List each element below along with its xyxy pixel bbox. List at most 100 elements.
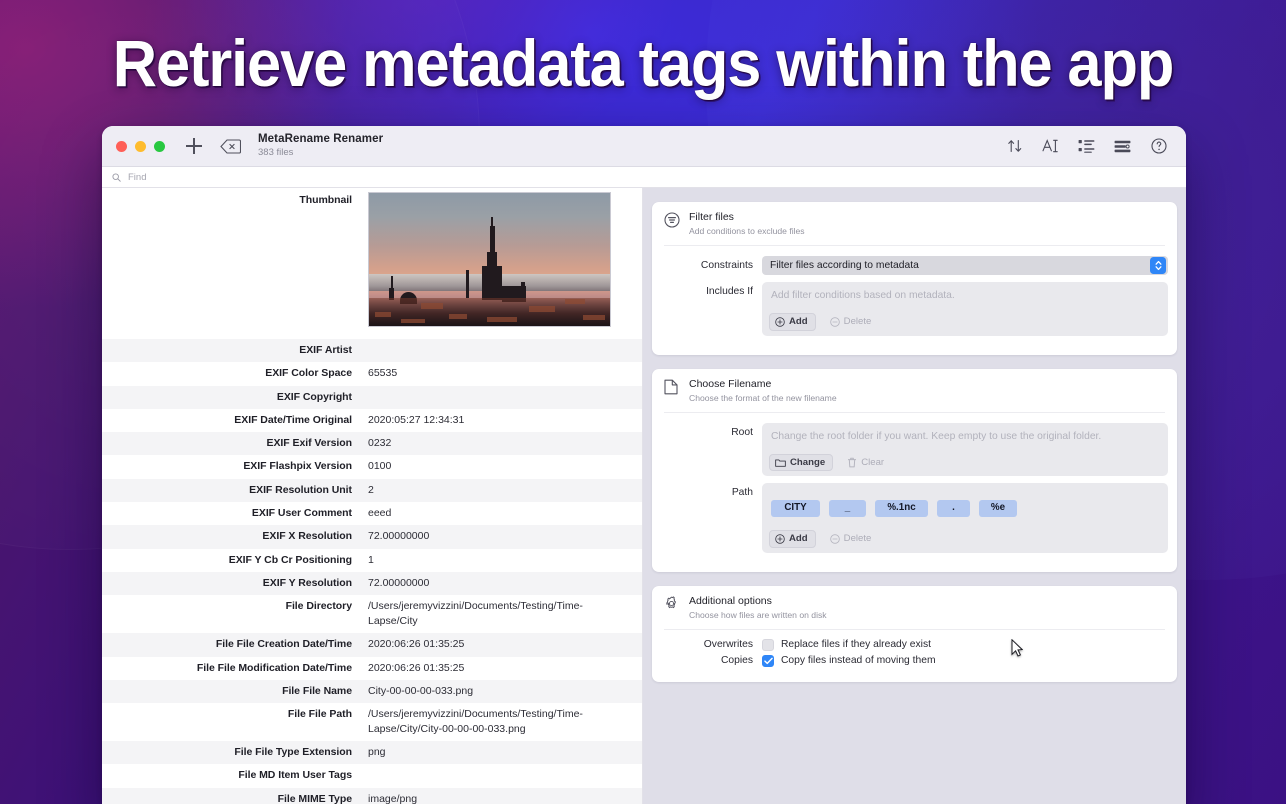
overwrites-checkbox[interactable] xyxy=(762,638,774,651)
clear-files-button[interactable] xyxy=(220,138,241,154)
root-change-button[interactable]: Change xyxy=(769,453,834,471)
gear-icon xyxy=(664,595,680,612)
metadata-key: EXIF User Comment xyxy=(251,507,352,520)
path-delete-button[interactable]: Delete xyxy=(827,530,880,548)
overwrites-text: Replace files if they already exist xyxy=(781,639,931,650)
includes-if-well[interactable]: Add filter conditions based on metadata.… xyxy=(762,282,1168,336)
search-icon xyxy=(112,172,121,182)
table-row[interactable]: File MIME Type image/png xyxy=(102,787,642,804)
metadata-key: File File Type Extension xyxy=(234,746,352,759)
app-title: MetaRename Renamer xyxy=(258,133,384,146)
zoom-button[interactable] xyxy=(154,140,165,152)
delete-backward-icon xyxy=(220,138,241,154)
minimize-button[interactable] xyxy=(135,140,146,152)
traffic-light-group xyxy=(116,140,165,152)
table-row[interactable]: File File Creation Date/Time 2020:06:26 0… xyxy=(102,633,642,657)
field-path: Path CITY _ %.1nc. %e Add Delete xyxy=(661,483,1168,553)
thumbnail-preview[interactable] xyxy=(368,192,611,327)
metadata-value: 0232 xyxy=(368,437,392,450)
path-well[interactable]: CITY _ %.1nc. %e Add Delete xyxy=(762,483,1168,553)
table-row[interactable]: EXIF User Comment eeed xyxy=(102,502,642,525)
includes-if-label: Includes If xyxy=(706,286,753,297)
table-row-thumbnail: Thumbnail xyxy=(102,188,642,339)
table-row[interactable]: EXIF Artist xyxy=(102,339,642,363)
card-additional-options: Additional options Choose how files are … xyxy=(652,585,1177,682)
card-filter-files-body: Constraints Filter files according to me… xyxy=(652,246,1177,355)
table-view-icon[interactable] xyxy=(1113,137,1132,156)
help-icon[interactable] xyxy=(1149,137,1168,156)
card-filter-files-header: Filter files Add conditions to exclude f… xyxy=(652,202,1177,245)
promo-poster: Retrieve metadata tags within the app Me… xyxy=(0,0,1286,804)
metadata-key: EXIF Copyright xyxy=(276,390,352,403)
constraints-select[interactable]: Filter files according to metadata xyxy=(762,256,1168,275)
metadata-value: png xyxy=(368,746,386,759)
filter-delete-button[interactable]: Delete xyxy=(827,313,880,331)
constraints-select-value: Filter files according to metadata xyxy=(770,260,919,271)
table-row[interactable]: EXIF X Resolution 72.00000000 xyxy=(102,525,642,549)
path-add-button[interactable]: Add xyxy=(769,530,816,548)
metadata-value: 72.00000000 xyxy=(368,530,430,543)
chevron-updown-icon[interactable] xyxy=(1150,257,1166,274)
table-row[interactable]: EXIF Copyright xyxy=(102,385,642,409)
thumbnail-label: Thumbnail xyxy=(299,194,352,206)
field-overwrites: Overwrites Replace files if they already… xyxy=(661,638,1168,651)
checkmark-icon xyxy=(763,657,773,664)
root-change-label: Change xyxy=(790,456,826,468)
path-token[interactable]: %e xyxy=(979,500,1017,517)
thumbnail-value xyxy=(368,188,642,327)
filter-delete-label: Delete xyxy=(843,316,872,327)
copies-checkbox[interactable] xyxy=(762,654,774,667)
field-copies: Copies Copy files instead of moving them xyxy=(661,654,1168,667)
metadata-key: EXIF Exif Version xyxy=(266,437,352,450)
root-clear-button[interactable]: Clear xyxy=(844,454,892,472)
search-input[interactable]: Find xyxy=(128,172,146,183)
table-row[interactable]: File File Type Extension png xyxy=(102,741,642,765)
path-token[interactable]: %.1nc xyxy=(875,500,928,517)
path-token[interactable]: . xyxy=(937,500,970,517)
plus-circle-icon xyxy=(775,316,785,327)
add-files-button[interactable] xyxy=(185,137,203,155)
minus-circle-icon xyxy=(829,533,840,544)
list-view-icon[interactable] xyxy=(1077,137,1096,156)
filter-add-button[interactable]: Add xyxy=(769,313,816,331)
window-body: Thumbnail EXIF Artist EXIF Color Space 6… xyxy=(102,188,1186,804)
metadata-value: eeed xyxy=(368,507,392,520)
path-token[interactable]: CITY xyxy=(771,500,820,517)
root-label: Root xyxy=(731,426,753,438)
table-row[interactable]: File MD Item User Tags xyxy=(102,764,642,787)
table-row[interactable]: EXIF Date/Time Original 2020:05:27 12:34:… xyxy=(102,409,642,432)
table-row[interactable]: EXIF Y Resolution 72.00000000 xyxy=(102,571,642,596)
field-root: Root Change the root folder if you want.… xyxy=(661,422,1168,476)
metadata-value: /Users/jeremyvizzini/Documents/Testing/T… xyxy=(368,600,583,628)
metadata-key: EXIF Y Resolution xyxy=(262,576,352,589)
path-label: Path xyxy=(731,487,753,498)
rename-text-icon[interactable] xyxy=(1041,137,1060,156)
metadata-key: File Directory xyxy=(285,600,352,613)
constraints-label: Constraints xyxy=(700,260,753,271)
table-row[interactable]: EXIF Y Cb Cr Positioning 1 xyxy=(102,549,642,572)
metadata-table[interactable]: Thumbnail EXIF Artist EXIF Color Space 6… xyxy=(102,188,643,804)
root-placeholder: Change the root folder if you want. Keep… xyxy=(771,430,1102,442)
filter-add-label: Add xyxy=(789,316,808,327)
sort-icon[interactable] xyxy=(1005,137,1024,156)
table-row[interactable]: EXIF Color Space 65535 xyxy=(102,362,642,385)
table-row[interactable]: EXIF Flashpix Version 0100 xyxy=(102,455,642,478)
table-row[interactable]: File File Name City-00-00-00-033.png xyxy=(102,679,642,704)
root-well[interactable]: Change the root folder if you want. Keep… xyxy=(762,422,1168,476)
find-bar[interactable]: Find xyxy=(102,167,1186,188)
metadata-value: 72.00000000 xyxy=(368,576,430,589)
table-row[interactable]: EXIF Resolution Unit 2 xyxy=(102,478,642,503)
table-row[interactable]: EXIF Exif Version 0232 xyxy=(102,432,642,456)
table-row[interactable]: File File Path/Users/jeremyvizzini/Docum… xyxy=(102,703,642,741)
card-additional-options-header: Additional options Choose how files are … xyxy=(652,586,1177,629)
card-choose-filename: Choose Filename Choose the format of the… xyxy=(652,368,1177,572)
filter-circle-icon xyxy=(664,212,680,228)
metadata-key: File File Creation Date/Time xyxy=(215,638,352,651)
copies-label: Copies xyxy=(720,655,753,666)
table-row[interactable]: File File Modification Date/Time 2020:06:… xyxy=(102,657,642,680)
metadata-key: File File Modification Date/Time xyxy=(196,661,352,674)
path-token[interactable]: _ xyxy=(829,500,866,517)
table-row[interactable]: File Directory/Users/jeremyvizzini/Docum… xyxy=(102,595,642,633)
document-icon xyxy=(664,379,680,395)
close-button[interactable] xyxy=(116,140,127,152)
